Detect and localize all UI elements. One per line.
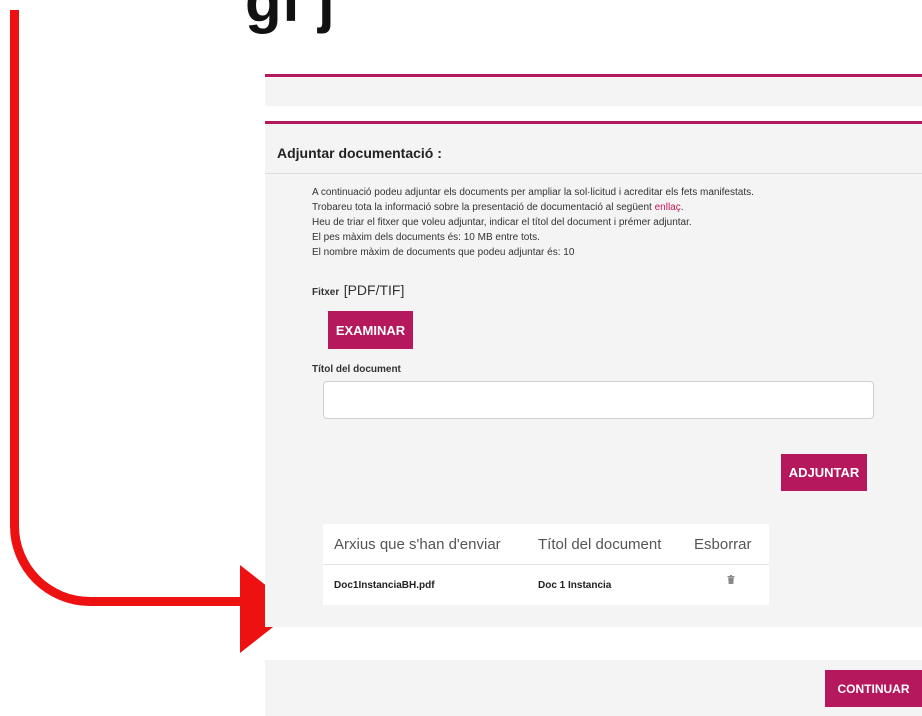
trash-icon[interactable] xyxy=(727,575,735,587)
document-title-input[interactable] xyxy=(323,381,874,419)
instructions: A continuació podeu adjuntar els documen… xyxy=(312,185,754,260)
column-header-delete: Esborrar xyxy=(694,536,752,553)
document-title-label: Títol del document xyxy=(312,364,401,375)
instruction-line: El nombre màxim de documents que podeu a… xyxy=(312,247,575,258)
continue-button[interactable]: CONTINUAR xyxy=(825,670,922,707)
file-label-row: Fitxer [PDF/TIF] xyxy=(312,282,404,300)
footer-band: CONTINUAR xyxy=(265,660,922,716)
top-section-band xyxy=(265,74,922,106)
panel-title: Adjuntar documentació : xyxy=(277,145,442,161)
attach-documents-panel: Adjuntar documentació : A continuació po… xyxy=(265,121,922,627)
table-header-divider xyxy=(323,564,769,565)
browse-button[interactable]: EXAMINAR xyxy=(328,311,413,349)
attach-button[interactable]: ADJUNTAR xyxy=(781,454,867,491)
info-link[interactable]: enllaç xyxy=(655,202,681,213)
panel-divider xyxy=(265,173,922,174)
annotation-arrow-shaft xyxy=(10,10,19,515)
page-heading-partial: gi j xyxy=(245,0,336,34)
column-header-title: Títol del document xyxy=(538,536,662,553)
instruction-line: Heu de triar el fitxer que voleu adjunta… xyxy=(312,217,692,228)
instruction-line: Trobareu tota la informació sobre la pre… xyxy=(312,200,754,215)
annotation-arrow-curve xyxy=(10,470,270,606)
instruction-line: A continuació podeu adjuntar els documen… xyxy=(312,187,754,198)
table-cell-filename: Doc1InstanciaBH.pdf xyxy=(334,580,435,591)
table-cell-title: Doc 1 Instancia xyxy=(538,580,612,591)
files-table: Arxius que s'han d'enviar Títol del docu… xyxy=(323,524,769,605)
file-types: [PDF/TIF] xyxy=(343,282,405,298)
column-header-file: Arxius que s'han d'enviar xyxy=(334,536,501,553)
instruction-text: Trobareu tota la informació sobre la pre… xyxy=(312,202,655,213)
instruction-line: El pes màxim dels documents és: 10 MB en… xyxy=(312,232,540,243)
instruction-text: . xyxy=(680,202,684,213)
file-label: Fitxer xyxy=(312,287,340,298)
